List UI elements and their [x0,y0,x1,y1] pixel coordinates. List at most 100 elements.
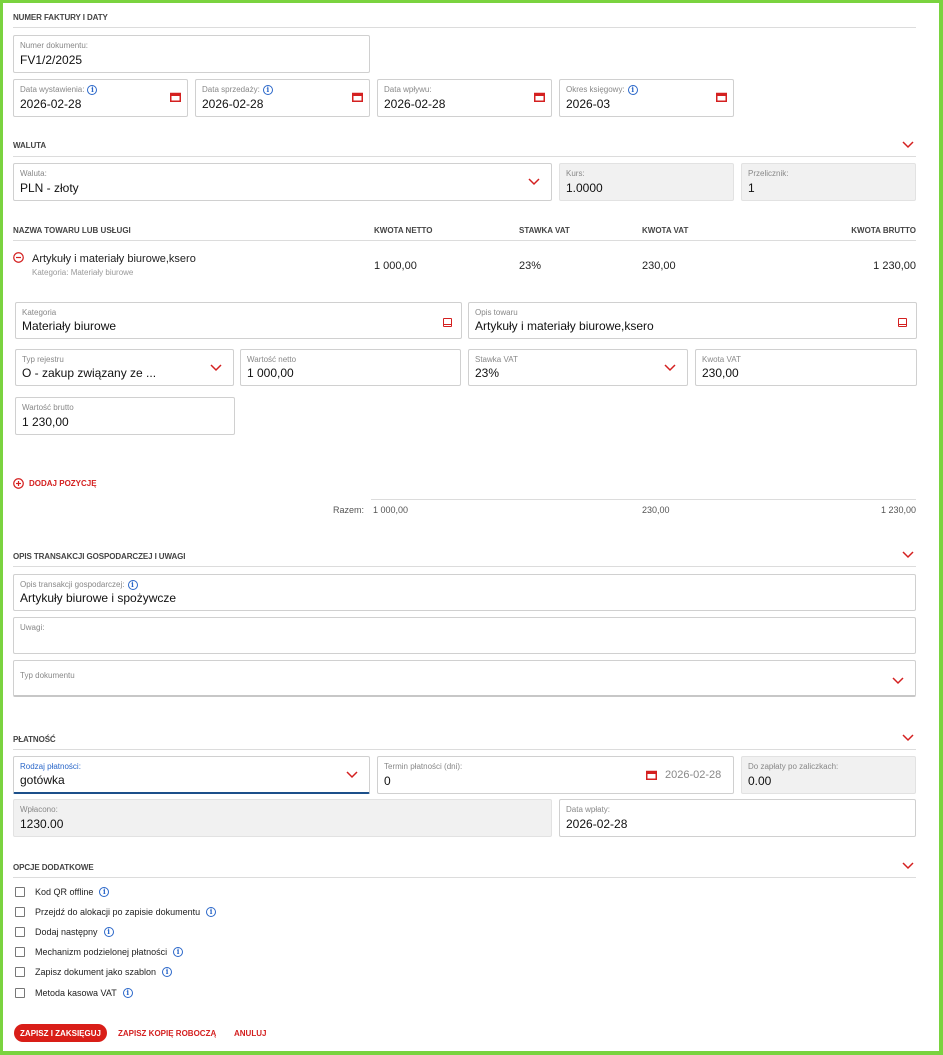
accounting-period-label: Okres księgowy: i [566,85,638,95]
chevron-down-icon[interactable] [346,771,358,779]
totals-vat: 230,00 [642,505,670,515]
option-label: Zapisz dokument jako szablon [35,967,157,977]
net-value-value: 1 000,00 [247,366,294,380]
calendar-icon[interactable] [170,92,181,102]
chevron-down-icon[interactable] [902,734,914,742]
calendar-icon[interactable] [716,92,727,102]
notes-label: Uwagi: [20,623,45,632]
paid-label: Wpłacono: [20,805,58,814]
minus-circle-icon[interactable] [13,252,24,263]
item-category-sub: Kategoria: Materiały biurowe [32,268,134,277]
save-and-post-button[interactable]: ZAPISZ I ZAKSIĘGUJ [14,1024,107,1042]
due-after-advances-field: Do zapłaty po zaliczkach: 0.00 [741,756,916,794]
checkbox[interactable] [15,947,25,957]
payment-term-date: 2026-02-28 [665,769,722,781]
notes-field[interactable]: Uwagi: [13,617,916,654]
payment-term-field[interactable]: Termin płatności (dni): 0 2026-02-28 [377,756,734,794]
col-header-vat-rate: STAWKA VAT [519,226,570,235]
chevron-down-icon[interactable] [528,178,540,186]
doc-type-select[interactable]: Typ dokumentu [13,660,916,697]
payment-date-field[interactable]: Data wpłaty: 2026-02-28 [559,799,916,837]
checkbox[interactable] [15,927,25,937]
due-after-advances-label: Do zapłaty po zaliczkach: [748,762,839,771]
info-icon[interactable]: i [99,887,110,897]
chevron-down-icon[interactable] [210,364,222,372]
description-label: Opis towaru [475,308,518,317]
calendar-icon[interactable] [352,92,363,102]
transaction-description-label: Opis transakcji gospodarczej: i [20,580,138,590]
issue-date-field[interactable]: Data wystawienia: i 2026-02-28 [13,79,188,117]
dictionary-icon[interactable] [898,318,907,327]
info-icon[interactable]: i [262,85,273,95]
currency-value: PLN - złoty [20,181,79,195]
item-vat-rate: 23% [519,260,542,272]
payment-term-label: Termin płatności (dni): [384,762,463,771]
info-icon[interactable]: i [173,947,184,957]
option-split-payment[interactable]: Mechanizm podzielonej płatności i [15,946,184,958]
section-title-description: OPIS TRANSAKCJI GOSPODARCZEJ I UWAGI [13,552,186,561]
info-icon[interactable]: i [127,580,138,590]
payment-method-label: Rodzaj płatności: [20,762,81,771]
checkbox[interactable] [15,887,25,897]
vat-rate-select[interactable]: Stawka VAT 23% [468,349,688,386]
chevron-down-icon[interactable] [902,551,914,559]
sale-date-field[interactable]: Data sprzedaży: i 2026-02-28 [195,79,370,117]
doc-number-field[interactable]: Numer dokumentu: FV1/2/2025 [13,35,370,73]
add-position-button[interactable]: DODAJ POZYCJĘ [13,478,97,489]
col-header-vat: KWOTA VAT [642,226,689,235]
option-qr-offline[interactable]: Kod QR offline i [15,886,110,898]
divider [13,156,916,157]
info-icon[interactable]: i [103,927,114,937]
register-type-select[interactable]: Typ rejestru O - zakup związany ze ... [15,349,234,386]
info-icon[interactable]: i [162,967,173,977]
option-label: Metoda kasowa VAT [35,988,117,998]
chevron-down-icon[interactable] [892,677,904,685]
checkbox[interactable] [15,907,25,917]
gross-value-field[interactable]: Wartość brutto 1 230,00 [15,397,235,435]
accounting-period-field[interactable]: Okres księgowy: i 2026-03 [559,79,734,117]
window-frame [0,0,943,1055]
register-type-label: Typ rejestru [22,355,64,364]
totals-net: 1 000,00 [373,505,409,515]
chevron-down-icon[interactable] [902,862,914,870]
converter-value: 1 [748,181,755,195]
calendar-icon[interactable] [534,92,545,102]
rate-label: Kurs: [566,169,585,178]
net-value-field[interactable]: Wartość netto 1 000,00 [240,349,461,386]
option-add-next[interactable]: Dodaj następny i [15,926,114,938]
divider [13,749,916,750]
info-icon[interactable]: i [87,85,98,95]
option-cash-vat[interactable]: Metoda kasowa VAT i [15,987,133,999]
option-go-to-allocation[interactable]: Przejdź do alokacji po zapisie dokumentu… [15,906,217,918]
category-field[interactable]: Kategoria Materiały biurowe [15,302,462,339]
issue-date-label: Data wystawienia: i [20,85,98,95]
checkbox[interactable] [15,988,25,998]
chevron-down-icon[interactable] [902,141,914,149]
paid-field: Wpłacono: 1230.00 [13,799,552,837]
option-save-as-template[interactable]: Zapisz dokument jako szablon i [15,966,173,978]
currency-label: Waluta: [20,169,47,178]
payment-method-select[interactable]: Rodzaj płatności: gotówka [13,756,370,794]
cancel-button[interactable]: ANULUJ [234,1029,266,1038]
gross-value-value: 1 230,00 [22,415,69,429]
transaction-description-value: Artykuły biurowe i spożywcze [20,591,177,605]
calendar-icon[interactable] [646,770,657,780]
checkbox[interactable] [15,967,25,977]
description-field[interactable]: Opis towaru Artykuły i materiały biurowe… [468,302,917,339]
payment-method-value: gotówka [20,773,65,787]
sale-date-value: 2026-02-28 [202,97,264,111]
currency-select[interactable]: Waluta: PLN - złoty [13,163,552,201]
save-draft-button[interactable]: ZAPISZ KOPIĘ ROBOCZĄ [118,1029,216,1038]
info-icon[interactable]: i [627,85,638,95]
chevron-down-icon[interactable] [664,364,676,372]
vat-amount-label: Kwota VAT [702,355,741,364]
accounting-period-value: 2026-03 [566,97,611,111]
transaction-description-field[interactable]: Opis transakcji gospodarczej: i Artykuły … [13,574,916,611]
section-title-options: OPCJE DODATKOWE [13,863,94,872]
receipt-date-field[interactable]: Data wpływu: 2026-02-28 [377,79,552,117]
vat-amount-field[interactable]: Kwota VAT 230,00 [695,349,917,386]
due-after-advances-value: 0.00 [748,774,772,788]
info-icon[interactable]: i [206,907,217,917]
info-icon[interactable]: i [122,988,133,998]
dictionary-icon[interactable] [443,318,452,327]
